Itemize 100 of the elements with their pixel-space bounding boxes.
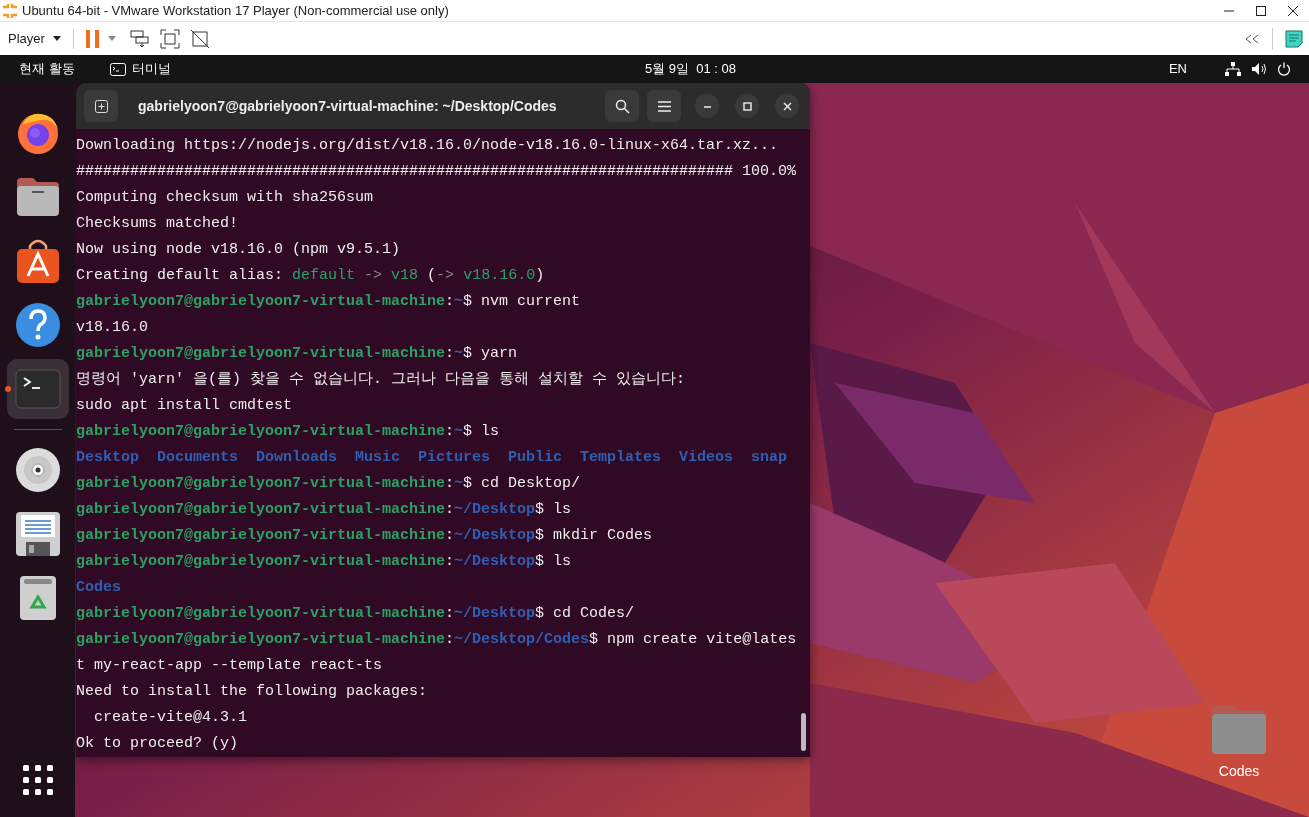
terminal-text: ~/Desktop (454, 553, 536, 570)
terminal-text: gabrielyoon7@gabrielyoon7-virtual-machine (76, 631, 446, 648)
terminal-text: $ mkdir Codes (535, 527, 653, 544)
collapse-icon[interactable] (1244, 33, 1260, 44)
folder-icon (14, 176, 61, 218)
terminal-text: $ ls (535, 553, 572, 570)
input-source[interactable]: EN (1168, 59, 1187, 79)
plus-icon (94, 99, 108, 113)
terminal-text: $ cd Desktop/ (463, 475, 581, 492)
volume-icon[interactable] (1251, 62, 1267, 76)
terminal-text: ~/Desktop (454, 501, 536, 518)
terminal-text: -> (436, 267, 456, 284)
search-icon (614, 98, 630, 114)
terminal-text: ~ (454, 423, 464, 440)
maximize-icon (742, 101, 752, 111)
caret-icon (52, 36, 61, 41)
terminal-text: Creating default alias: (76, 267, 285, 284)
terminal-text: : (445, 631, 455, 648)
app-menu[interactable]: 터미널 (109, 59, 171, 79)
terminal-text: create-vite@4.3.1 (93, 709, 248, 726)
terminal-text: v18 (391, 267, 419, 284)
note-icon[interactable] (1285, 29, 1303, 48)
terminal-text: : (445, 501, 455, 518)
close-button[interactable] (775, 94, 799, 118)
terminal-text: ( (426, 267, 437, 284)
menu-button[interactable] (647, 90, 681, 122)
search-button[interactable] (605, 90, 639, 122)
close-icon[interactable] (1287, 4, 1299, 17)
terminal-text: gabrielyoon7@gabrielyoon7-virtual-machine (76, 345, 446, 362)
terminal-text: gabrielyoon7@gabrielyoon7-virtual-machine (76, 605, 446, 622)
folder-icon (1210, 703, 1268, 755)
terminal-text: sudo apt install cmdtest (76, 397, 293, 414)
caret-icon[interactable] (107, 36, 116, 41)
terminal-text: default (292, 267, 356, 284)
terminal-text: gabrielyoon7@gabrielyoon7-virtual-machine (76, 293, 446, 310)
trash-icon (18, 575, 57, 621)
help-icon (14, 302, 61, 348)
terminal-text: : (445, 345, 455, 362)
terminal-text: Checksums matched! (76, 215, 239, 232)
terminal-text: t my-react-app --template react-ts (76, 657, 383, 674)
terminal-text: ~/Desktop/Codes (454, 631, 590, 648)
shopping-bag-icon (15, 238, 60, 284)
power-icon[interactable] (1277, 62, 1291, 76)
terminal-text: ~ (454, 345, 464, 362)
window-title: Ubuntu 64-bit - VMware Workstation 17 Player (Non-commercial use only) (22, 1, 449, 20)
terminal-text: ######################################################################### 100.0% (76, 163, 797, 180)
minimize-button[interactable] (695, 94, 719, 118)
unity-off-icon[interactable] (189, 28, 210, 49)
terminal-text: : (445, 553, 455, 570)
terminal-text: ~/Desktop (454, 605, 536, 622)
terminal-text: Desktop Documents Downloads Music Pictures Public Templates Videos snap (76, 449, 788, 466)
activities-button[interactable]: 현재 활동 (19, 59, 75, 79)
maximize-button[interactable] (735, 94, 759, 118)
terminal-text: $ ls (463, 423, 500, 440)
fullscreen-icon[interactable] (159, 28, 180, 49)
terminal-text: ~ (454, 475, 464, 492)
clock[interactable]: 5월 9일 01 : 08 (645, 59, 737, 79)
terminal-text: ) (535, 267, 545, 284)
terminal-text: $ ls (535, 501, 572, 518)
terminal-text: : (445, 423, 455, 440)
desktop-icon-label: Codes (1218, 762, 1260, 781)
terminal-icon (109, 62, 126, 76)
terminal-text: $ cd Codes/ (535, 605, 635, 622)
terminal-text: 명령어 'yarn' 을(를) 찾을 수 없습니다. 그러나 다음을 통해 설치할 수 있습니다: (76, 371, 686, 388)
terminal-text: gabrielyoon7@gabrielyoon7-virtual-machine (76, 527, 446, 544)
terminal-text: v18.16.0 (76, 319, 148, 336)
terminal-title: gabrielyoon7@gabrielyoon7-virtual-machine: ~/Desktop/Codes (138, 96, 557, 116)
terminal-text: Downloading https://nodejs.org/dist/v18.16.0/node-v18.16.0-linux-x64.tar.xz... (76, 137, 779, 154)
terminal-text: $ nvm current (463, 293, 581, 310)
terminal-text: Now using node v18.16.0 (npm v9.5.1) (76, 241, 401, 258)
pause-icon[interactable] (85, 29, 100, 48)
terminal-text: gabrielyoon7@gabrielyoon7-virtual-machine (76, 423, 446, 440)
player-menu[interactable]: Player (8, 28, 61, 49)
network-icon[interactable] (1225, 62, 1241, 76)
terminal-text: gabrielyoon7@gabrielyoon7-virtual-machine (76, 475, 446, 492)
terminal-text: $ npm create vite@lates (589, 631, 797, 648)
apps-grid-icon[interactable] (22, 765, 53, 795)
disc-icon (14, 447, 61, 493)
scrollbar (801, 713, 806, 751)
maximize-icon[interactable] (1255, 4, 1267, 17)
vmware-logo-icon (2, 2, 18, 19)
close-icon (782, 101, 792, 111)
terminal-text: ~/Desktop (454, 527, 536, 544)
terminal-text: Ok to proceed? (y) (76, 735, 239, 752)
terminal-text: : (445, 605, 455, 622)
new-tab-button[interactable] (84, 90, 118, 122)
terminal-text: -> (363, 267, 384, 284)
send-keys-icon[interactable] (129, 29, 150, 48)
terminal-text: gabrielyoon7@gabrielyoon7-virtual-machine (76, 501, 446, 518)
terminal-text: : (445, 475, 455, 492)
terminal-text: : (445, 293, 455, 310)
desktop-icon[interactable]: Codes (1193, 703, 1285, 782)
terminal-text: ~ (454, 293, 464, 310)
terminal-text: Need to install the following packages: (76, 683, 428, 700)
menu-icon (657, 100, 671, 112)
terminal-text: v18.16.0 (463, 267, 536, 284)
terminal-text: : (445, 527, 455, 544)
terminal-icon (14, 369, 61, 409)
terminal-text: Codes (76, 579, 121, 596)
terminal-text: gabrielyoon7@gabrielyoon7-virtual-machine (76, 553, 446, 570)
